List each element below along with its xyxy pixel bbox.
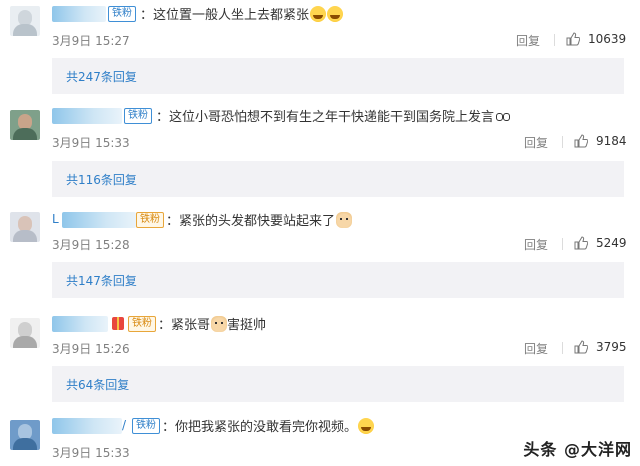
fan-badge: 铁粉 <box>124 108 152 124</box>
reply-thread-link[interactable]: 共147条回复 <box>52 262 624 298</box>
eyes-emoji-icon <box>495 108 511 124</box>
like-count: 9184 <box>596 134 627 148</box>
like-count: 3795 <box>596 340 627 354</box>
username-initial[interactable]: L <box>52 212 59 226</box>
divider <box>562 136 563 148</box>
comment-date: 3月9日 15:26 <box>52 342 130 356</box>
divider <box>562 238 563 250</box>
divider <box>562 342 563 354</box>
avatar[interactable] <box>10 6 40 36</box>
username-masked[interactable] <box>52 418 122 434</box>
laugh-emoji-icon <box>327 6 344 22</box>
comment-text: ：你把我紧张的没敢看完你视频。 <box>162 418 375 436</box>
comment-item: 铁粉 ：这位小哥恐怕想不到有生之年干快递能干到国务院上发言 3月9日 15:33… <box>0 100 640 200</box>
thumbs-up-icon[interactable] <box>574 236 588 250</box>
reply-button[interactable]: 回复 <box>524 134 548 151</box>
comment-date: 3月9日 15:33 <box>52 446 130 460</box>
reply-thread-link[interactable]: 共247条回复 <box>52 58 624 94</box>
laugh-emoji-icon <box>358 418 375 434</box>
doge-emoji-icon <box>336 212 353 228</box>
like-count: 5249 <box>596 236 627 250</box>
avatar[interactable] <box>10 420 40 450</box>
fan-badge: 铁粉 <box>132 418 160 434</box>
comment-date: 3月9日 15:27 <box>52 34 130 48</box>
comment-text: ：紧张哥 害挺帅 <box>158 316 267 333</box>
doge-emoji-icon <box>211 316 228 332</box>
comment-date: 3月9日 15:33 <box>52 136 130 150</box>
comment-item: L 铁粉 ：紧张的头发都快要站起来了 3月9日 15:28 回复 5249 共1… <box>0 204 640 304</box>
fan-badge: 铁粉 <box>128 316 156 332</box>
fan-badge: 铁粉 <box>108 6 136 22</box>
like-count: 10639 <box>588 32 627 46</box>
reply-thread-link[interactable]: 共116条回复 <box>52 161 624 197</box>
comment-text: ：紧张的头发都快要站起来了 <box>166 212 353 230</box>
comment-item: 铁粉 ：这位置一般人坐上去都紧张 3月9日 15:27 回复 10639 共24… <box>0 0 640 95</box>
comment-item: 铁粉 ：紧张哥 害挺帅 3月9日 15:26 回复 3795 共64条回复 <box>0 308 640 408</box>
thumbs-up-icon[interactable] <box>574 340 588 354</box>
username-masked[interactable] <box>52 108 122 124</box>
gift-icon <box>112 317 124 330</box>
avatar[interactable] <box>10 110 40 140</box>
watermark: 头条 @大洋网 <box>523 440 632 459</box>
username-masked[interactable] <box>52 316 108 332</box>
thumbs-up-icon[interactable] <box>566 32 580 46</box>
reply-button[interactable]: 回复 <box>516 32 540 49</box>
divider <box>554 34 555 46</box>
username-masked[interactable] <box>52 6 106 22</box>
comment-date: 3月9日 15:28 <box>52 238 130 252</box>
username-tail[interactable]: / <box>122 418 126 432</box>
fan-badge: 铁粉 <box>136 212 164 228</box>
username-masked[interactable] <box>62 212 136 228</box>
avatar[interactable] <box>10 318 40 348</box>
avatar[interactable] <box>10 212 40 242</box>
reply-button[interactable]: 回复 <box>524 340 548 357</box>
reply-thread-link[interactable]: 共64条回复 <box>52 366 624 402</box>
reply-button[interactable]: 回复 <box>524 236 548 253</box>
comment-text: ：这位小哥恐怕想不到有生之年干快递能干到国务院上发言 <box>156 108 511 126</box>
laugh-emoji-icon <box>310 6 327 22</box>
thumbs-up-icon[interactable] <box>574 134 588 148</box>
comment-text: ：这位置一般人坐上去都紧张 <box>140 6 344 24</box>
